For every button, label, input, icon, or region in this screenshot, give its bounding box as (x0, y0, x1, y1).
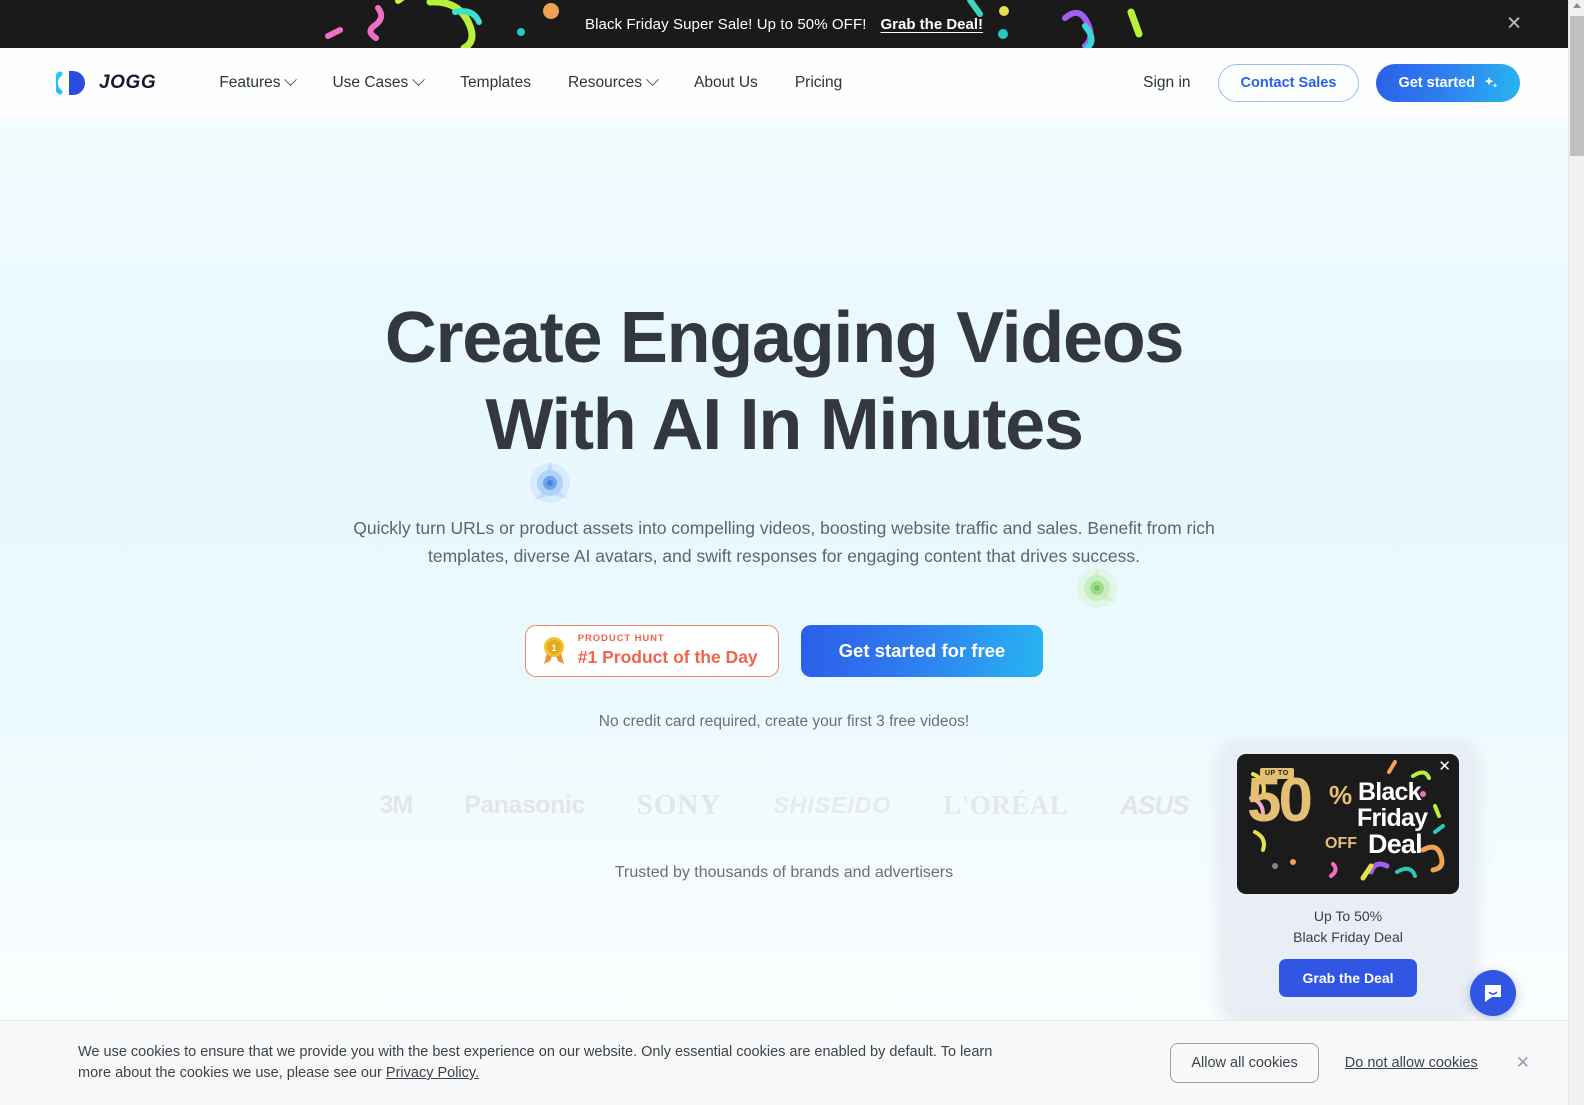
nav-item-templates[interactable]: Templates (443, 66, 548, 100)
nav-label: Use Cases (332, 73, 409, 91)
chat-widget-button[interactable] (1470, 970, 1516, 1016)
nav-item-pricing[interactable]: Pricing (778, 66, 859, 100)
cookie-consent-banner: We use cookies to ensure that we provide… (0, 1020, 1568, 1105)
headline-line-1: Create Engaging Videos (384, 298, 1185, 378)
chevron-down-icon (646, 73, 659, 87)
header-actions: Sign in Contact Sales Get started (1133, 63, 1520, 102)
nav-label: Templates (460, 73, 531, 91)
scrollbar-thumb[interactable] (1570, 16, 1584, 156)
nav-item-resources[interactable]: Resources (551, 66, 674, 100)
nav-label: Resources (567, 73, 643, 91)
vertical-scrollbar[interactable] (1568, 0, 1584, 1105)
chevron-down-icon (412, 73, 426, 87)
bf-discount-number: 50 (1247, 766, 1313, 835)
contact-sales-button[interactable]: Contact Sales (1217, 63, 1360, 102)
brand-logo-panasonic: Panasonic (464, 790, 585, 819)
sparkle-icon (1484, 76, 1498, 88)
brand-logo-asus: ASUS (1120, 789, 1189, 820)
brand-logo-shiseido: SHISEIDO (773, 791, 892, 818)
black-friday-image[interactable]: ✕ UP TO 50 % OFF Black Friday Deal (1237, 754, 1459, 894)
bf-word-friday: Friday (1357, 804, 1428, 832)
nav-item-use-cases[interactable]: Use Cases (315, 66, 440, 100)
privacy-policy-link[interactable]: Privacy Policy. (386, 1065, 479, 1081)
hero-subheadline: Quickly turn URLs or product assets into… (353, 518, 1215, 566)
no-credit-card-note: No credit card required, create your fir… (598, 712, 970, 730)
jogg-logo-icon (56, 70, 85, 95)
product-hunt-medal-icon: 1 (543, 636, 564, 664)
site-header: JOGG Features Use Cases Templates Resour… (0, 48, 1568, 117)
headline-line-2: With AI In Minutes (485, 385, 1084, 466)
cookie-text-body: We use cookies to ensure that we provide… (78, 1043, 993, 1081)
svg-text:1: 1 (551, 643, 556, 653)
bf-word-black: Black (1358, 778, 1422, 806)
hero-cta-row: 1 PRODUCT HUNT #1 Product of the Day Get… (0, 624, 1568, 677)
chat-bubble-icon (1485, 985, 1501, 1002)
logo-text: JOGG (99, 71, 157, 93)
close-icon[interactable]: ✕ (1516, 1053, 1530, 1073)
grab-the-deal-button[interactable]: Grab the Deal (1279, 959, 1417, 997)
logo[interactable]: JOGG (56, 68, 156, 98)
page-title: Create Engaging Videos With AI In Minute… (0, 295, 1568, 469)
allow-all-cookies-button[interactable]: Allow all cookies (1170, 1043, 1319, 1083)
nav-item-features[interactable]: Features (202, 66, 312, 100)
promo-banner-text: Black Friday Super Sale! Up to 50% OFF! (584, 15, 867, 33)
sign-in-link[interactable]: Sign in (1133, 68, 1200, 98)
bf-off-label: OFF (1325, 835, 1357, 852)
product-hunt-kicker: PRODUCT HUNT (577, 633, 665, 645)
product-hunt-title: #1 Product of the Day (577, 646, 758, 667)
bf-percent-symbol: % (1329, 780, 1353, 810)
nav-label: Features (219, 73, 281, 91)
nav-item-about-us[interactable]: About Us (677, 66, 775, 100)
close-icon[interactable]: ✕ (1506, 15, 1522, 34)
bf-up-to-label: UP TO (1260, 768, 1294, 779)
cookie-consent-text: We use cookies to ensure that we provide… (78, 1042, 1008, 1085)
bf-caption-line-2: Black Friday Deal (1293, 929, 1403, 945)
scroll-up-arrow-icon[interactable] (1573, 3, 1581, 8)
cookie-actions: Allow all cookies Do not allow cookies ✕ (1170, 1043, 1530, 1083)
get-started-label: Get started (1398, 74, 1475, 91)
black-friday-popup: ✕ UP TO 50 % OFF Black Friday Deal Up To… (1224, 742, 1472, 1015)
bf-word-deal: Deal (1368, 829, 1423, 859)
chevron-down-icon (284, 73, 298, 87)
product-hunt-badge[interactable]: 1 PRODUCT HUNT #1 Product of the Day (524, 624, 779, 677)
nav-label: About Us (694, 73, 758, 91)
brand-logo-sony: SONY (636, 788, 722, 821)
promo-banner-link[interactable]: Grab the Deal! (880, 16, 983, 33)
brand-logo-3m: 3M (379, 790, 413, 819)
close-icon[interactable]: ✕ (1438, 759, 1451, 774)
brand-logo-loreal: L'ORÉAL (943, 789, 1069, 820)
page-root: Black Friday Super Sale! Up to 50% OFF! … (0, 0, 1584, 1105)
product-hunt-texts: PRODUCT HUNT #1 Product of the Day (578, 633, 758, 668)
get-started-button[interactable]: Get started (1376, 63, 1520, 102)
nav-label: Pricing (794, 73, 843, 91)
do-not-allow-cookies-link[interactable]: Do not allow cookies (1345, 1055, 1478, 1071)
get-started-free-button[interactable]: Get started for free (800, 624, 1044, 677)
bf-caption-line-1: Up To 50% (1313, 908, 1383, 924)
main-nav: Features Use Cases Templates Resources A… (202, 66, 859, 100)
browser-viewport: Black Friday Super Sale! Up to 50% OFF! … (0, 0, 1568, 1105)
promo-banner: Black Friday Super Sale! Up to 50% OFF! … (0, 0, 1568, 48)
